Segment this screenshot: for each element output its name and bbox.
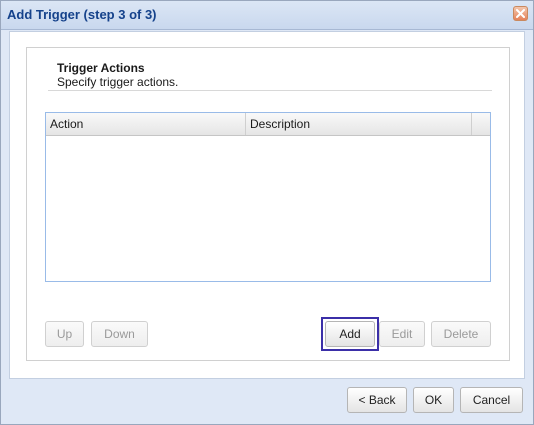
- dialog-titlebar: Add Trigger (step 3 of 3): [1, 1, 533, 30]
- column-header-action[interactable]: Action: [46, 113, 246, 135]
- dialog-title: Add Trigger (step 3 of 3): [7, 7, 157, 22]
- column-header-spacer: [472, 113, 490, 135]
- ok-button[interactable]: OK: [413, 387, 454, 413]
- add-button[interactable]: Add: [325, 321, 375, 347]
- delete-button[interactable]: Delete: [431, 321, 491, 347]
- cancel-button[interactable]: Cancel: [460, 387, 523, 413]
- section-description: Specify trigger actions.: [57, 75, 179, 89]
- down-button[interactable]: Down: [91, 321, 148, 347]
- column-header-description[interactable]: Description: [246, 113, 472, 135]
- grid-header: Action Description: [46, 113, 490, 136]
- section-title: Trigger Actions: [57, 61, 145, 75]
- actions-grid[interactable]: Action Description: [45, 112, 491, 282]
- back-button[interactable]: < Back: [347, 387, 407, 413]
- close-icon: [516, 9, 525, 18]
- section-divider: [48, 90, 492, 91]
- close-button[interactable]: [513, 6, 528, 21]
- up-button[interactable]: Up: [45, 321, 84, 347]
- edit-button[interactable]: Edit: [379, 321, 425, 347]
